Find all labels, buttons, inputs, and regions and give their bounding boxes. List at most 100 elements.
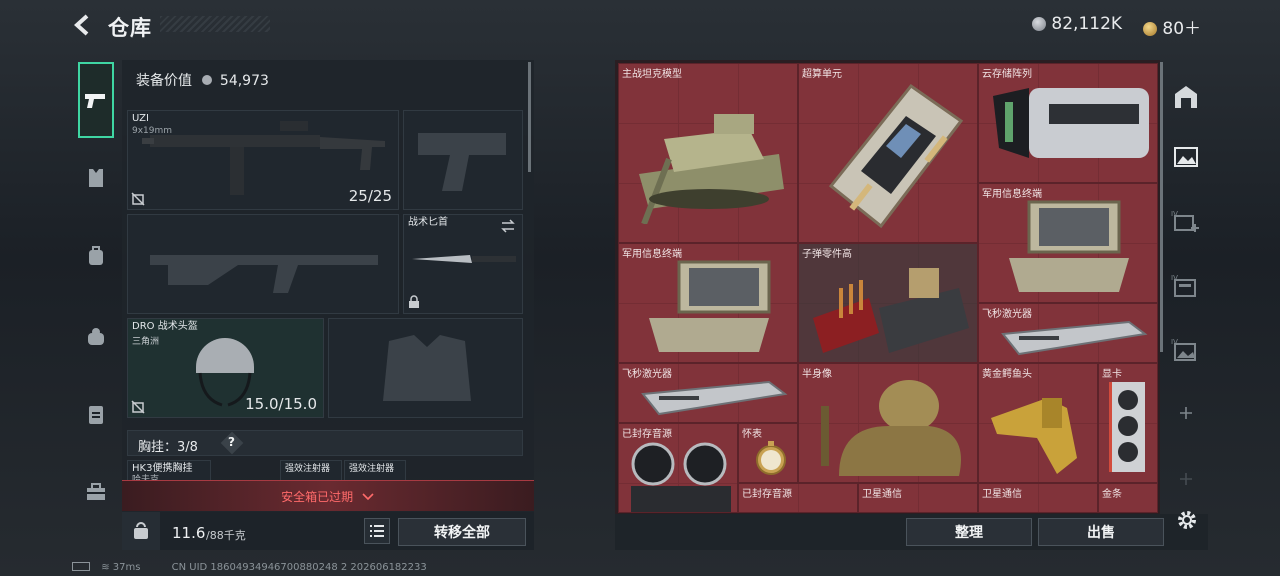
item-label: 已封存音源 [742,489,792,500]
chest-rig-row[interactable]: 胸挂：3/8 ? [127,430,523,456]
uninsured-icon [131,400,145,414]
currency-display[interactable]: 82,112K [1032,14,1122,34]
storage-action-bar: 整理 出售 [615,514,1208,550]
uninsured-icon [131,192,145,206]
tab-storage-3[interactable]: IV [1171,206,1201,236]
equipment-value-row: 装备价值 54,973 [136,70,269,90]
image-frame-icon [1174,147,1198,167]
storage-grid-panel: 主战坦克模型 超算单元 云存储阵列 军用信息终端 军用信息终端 子弹零件高 飞秒… [615,60,1160,514]
tab-storage-main[interactable] [1171,82,1201,112]
tab-storage-5[interactable]: IV [1171,334,1201,364]
nav-toolbox[interactable] [78,474,114,510]
storage-item-cloud-array[interactable]: 云存储阵列 [978,63,1158,183]
loadout-scrollbar[interactable] [528,62,531,172]
swap-icon[interactable] [500,219,516,233]
add-tab-button[interactable] [1177,404,1195,422]
storage-item-sealed-audio-a[interactable]: 已封存音源 [618,423,738,513]
gear-icon [1178,511,1196,529]
item-label: 卫星通信 [862,489,902,500]
tab-storage-2[interactable] [1171,142,1201,172]
settings-button[interactable] [1175,508,1199,532]
golden-crocodile-head-icon [991,398,1077,474]
battery-icon [72,562,90,571]
help-icon[interactable]: ? [228,435,235,449]
storage-item-mil-terminal-a[interactable]: 军用信息终端 [978,183,1158,303]
supercomputer-unit-icon [828,83,964,229]
knife-icon [412,255,516,263]
storage-item-golden-croc[interactable]: 黄金鳄鱼头 [978,363,1098,483]
storage-item-gpu[interactable]: 显卡 [1098,363,1158,483]
transfer-all-button[interactable]: 转移全部 [398,518,526,546]
reel-to-reel-icon [631,442,731,512]
rifle-placeholder-icon [150,255,378,293]
pistol-placeholder-icon [418,133,506,191]
storage-item-femto-laser-a[interactable]: 飞秒激光器 [978,303,1158,363]
nav-consumables[interactable] [78,318,114,354]
equipment-value-label: 装备价值 [136,73,192,89]
femtosecond-laser-icon [641,380,788,416]
value-coin-icon [202,75,213,85]
storage-item-gold-bar[interactable]: 金条 [1098,483,1158,513]
pistol-slot[interactable] [403,110,523,210]
weight-bar: 11.6 /88千克 转移全部 [122,512,534,550]
nav-weapons[interactable] [78,62,114,138]
coupon-display[interactable]: 80＋ [1143,14,1201,39]
storage-item-sealed-audio-b[interactable]: 已封存音源 [738,483,858,513]
storage-rack-icon: IV [1171,274,1196,297]
melee-name: 战术匕首 [408,217,448,228]
helmet-durability: 15.0/15.0 [245,395,317,413]
helmet-slot[interactable]: DRO 战术头盔 三角洲 15.0/15.0 [127,318,324,418]
currency-value: 82,112K [1051,14,1123,34]
item-label: 主战坦克模型 [622,69,682,80]
secondary-weapon-slot[interactable] [127,214,399,314]
lock-icon [409,295,419,308]
storage-item-mil-terminal-b[interactable]: 军用信息终端 [618,243,798,363]
back-button[interactable] [70,12,96,38]
currency-coin-icon [1032,17,1046,31]
sort-button[interactable]: 整理 [906,518,1032,546]
category-nav [70,56,122,536]
weight-icon-box [122,512,160,550]
item-label: 显卡 [1102,369,1122,380]
armor-placeholder-icon [383,335,471,401]
sell-button[interactable]: 出售 [1038,518,1164,546]
list-icon [370,525,384,537]
storage-image-icon: IV [1171,338,1196,361]
back-arrow-icon [74,14,89,36]
status-footer: ≋ 37ms CN UID 18604934946700880248 2 202… [72,562,427,573]
nav-backpack[interactable] [78,238,114,274]
storage-item-pocket-watch[interactable]: 怀表 [738,423,798,483]
storage-item-sat-comm-a[interactable]: 卫星通信 [858,483,978,513]
storage-item-femto-laser-b[interactable]: 飞秒激光器 [618,363,798,423]
body-armor-slot[interactable] [328,318,523,418]
wifi-icon: ≋ [101,562,110,573]
coupon-coin-icon [1143,22,1157,36]
kettlebell-icon [134,522,148,539]
nav-medical[interactable] [78,396,114,432]
rig-item-label: 强效注射器 [349,464,395,474]
storage-item-bust[interactable]: 半身像 [798,363,978,483]
storage-item-supercomputer[interactable]: 超算单元 [798,63,978,243]
ping-value: 37ms [112,562,141,573]
primary-weapon-slot[interactable]: UZI 9x19mm 25/25 [127,110,399,210]
tab-storage-4[interactable]: IV [1171,270,1201,300]
storage-tabs: IV IV IV [1163,60,1208,550]
storage-item-sat-comm-b[interactable]: 卫星通信 [978,483,1098,513]
rig-item-label: 强效注射器 [285,464,331,474]
weight-max: /88千克 [206,529,246,542]
storage-item-tank[interactable]: 主战坦克模型 [618,63,798,243]
helmet-tag: 三角洲 [132,337,160,347]
storage-item-bullet-parts[interactable]: 子弹零件高 [798,243,978,363]
safebox-expired-banner[interactable]: 安全箱已过期 [122,480,534,511]
list-view-button[interactable] [364,518,390,544]
safebox-expired-text: 安全箱已过期 [281,490,354,504]
military-terminal-icon [649,260,771,352]
backpack-icon [89,246,103,265]
chest-rig-label: 胸挂：3/8 [138,440,198,455]
melee-slot[interactable]: 战术匕首 [403,214,523,314]
warehouse-icon [1175,86,1197,108]
equipment-value: 54,973 [219,73,269,89]
nav-armor[interactable] [78,160,114,196]
item-label: 卫星通信 [982,489,1022,500]
cloud-storage-array-icon [993,88,1149,158]
